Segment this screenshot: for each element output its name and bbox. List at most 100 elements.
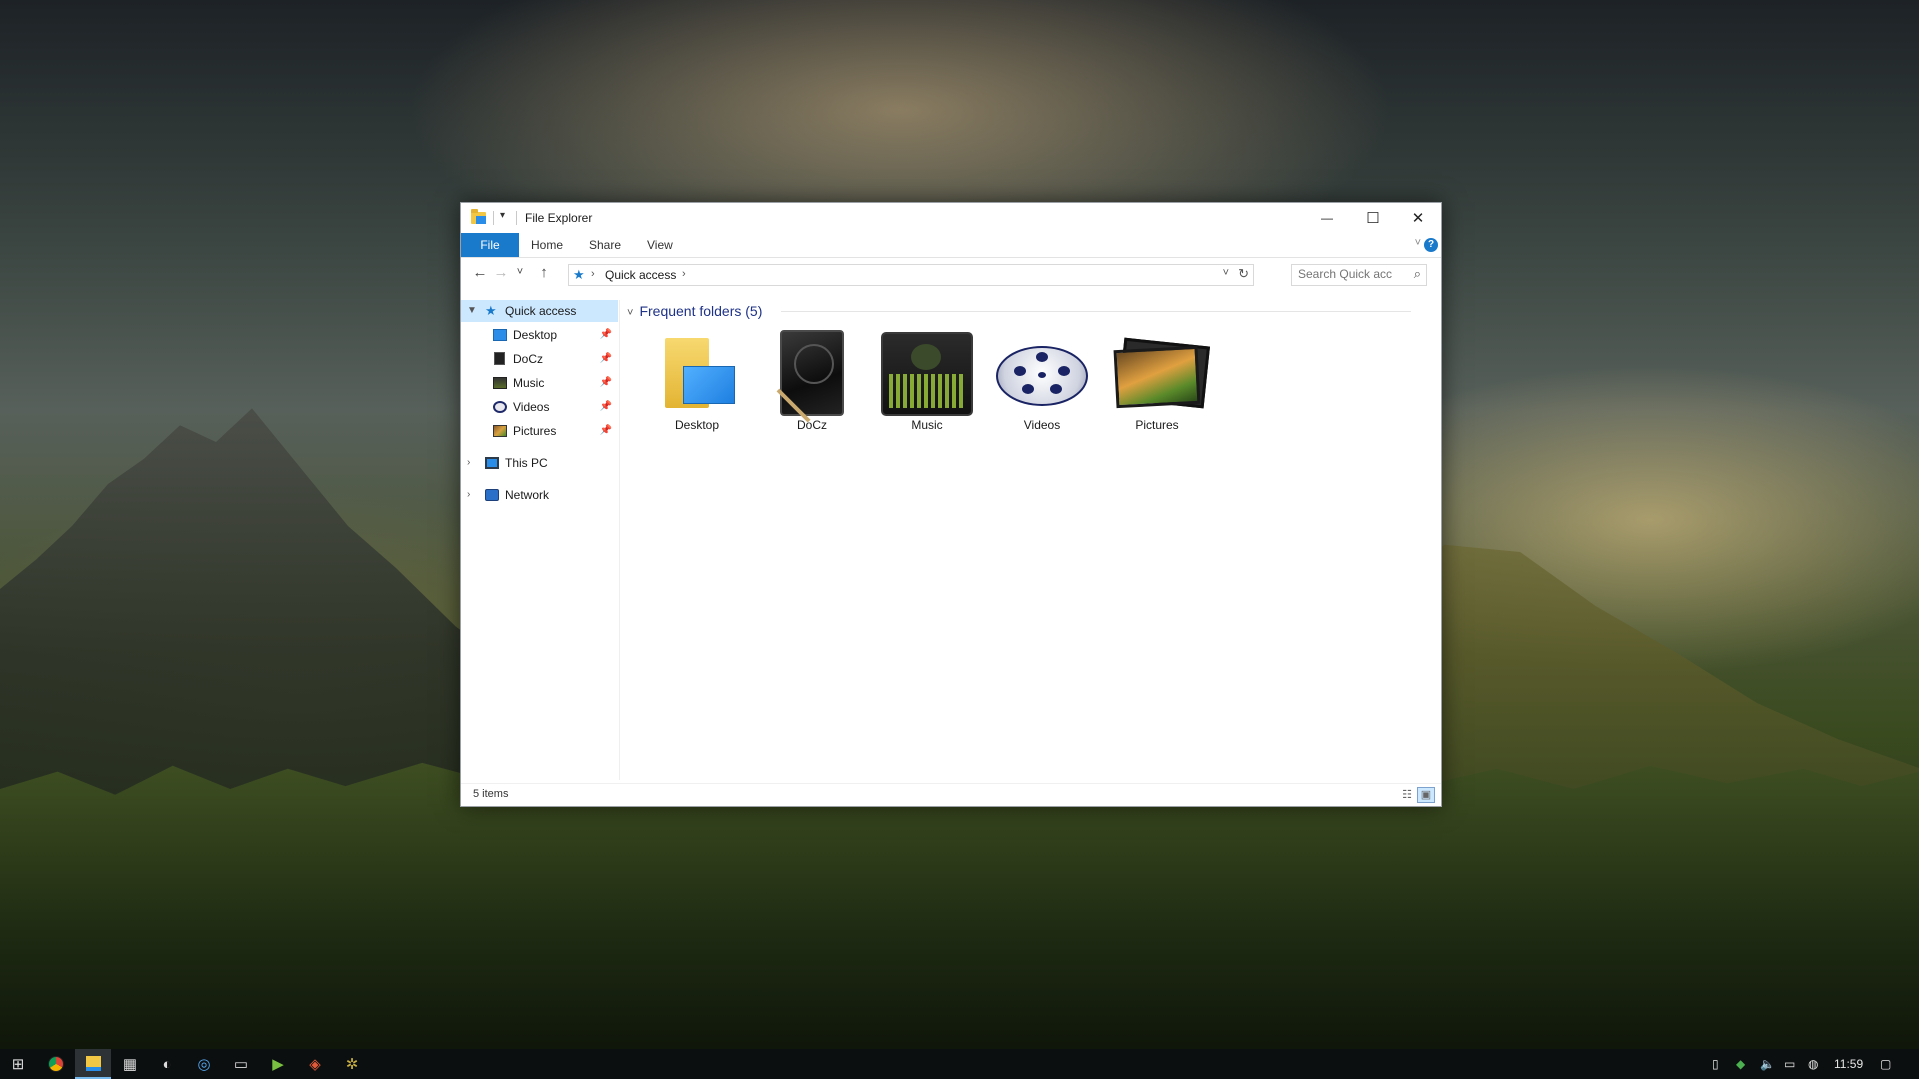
tab-view[interactable]: View bbox=[633, 233, 687, 257]
toolbar-divider bbox=[493, 211, 494, 225]
nav-quick-access-label: Quick access bbox=[505, 304, 577, 318]
nav-item-label: Music bbox=[513, 376, 545, 390]
status-bar: 5 items ☷ ▣ bbox=[461, 783, 1441, 806]
search-box[interactable]: ⌕ bbox=[1291, 264, 1427, 286]
quick-access-toolbar-folder-icon[interactable] bbox=[471, 209, 486, 224]
large-icons-view-icon[interactable]: ▣ bbox=[1417, 787, 1435, 803]
folder-tile-pictures[interactable]: Pictures bbox=[1109, 330, 1211, 440]
expand-chevron-icon[interactable]: › bbox=[467, 452, 470, 474]
breadcrumb-separator[interactable]: › bbox=[682, 268, 686, 280]
media-player-icon[interactable]: ▶ bbox=[260, 1049, 296, 1079]
tray-defender-icon[interactable]: ◆ bbox=[1736, 1049, 1745, 1079]
expand-chevron-icon[interactable]: › bbox=[467, 484, 470, 506]
desktop-icon bbox=[493, 329, 507, 341]
network-icon bbox=[485, 489, 499, 501]
tab-file[interactable]: File bbox=[461, 233, 519, 257]
pin-icon[interactable]: 📌 bbox=[600, 396, 612, 418]
collapse-chevron-icon[interactable]: ▼ bbox=[467, 300, 477, 322]
details-view-icon[interactable]: ☷ bbox=[1398, 787, 1416, 803]
documents-folder-icon bbox=[774, 330, 850, 423]
nav-item-desktop[interactable]: Desktop 📌 bbox=[461, 324, 618, 346]
nav-item-pictures[interactable]: Pictures 📌 bbox=[461, 420, 618, 442]
refresh-icon[interactable]: ↻ bbox=[1238, 266, 1249, 282]
navigation-pane: ▼ ★ Quick access Desktop 📌 DoCz 📌 Music … bbox=[461, 300, 620, 780]
film-reel-icon bbox=[996, 330, 1088, 414]
breadcrumb-quick-access[interactable]: Quick access bbox=[605, 268, 676, 282]
quick-access-star-icon: ★ bbox=[485, 303, 497, 318]
nav-item-label: DoCz bbox=[513, 352, 544, 366]
search-icon[interactable]: ⌕ bbox=[1414, 266, 1421, 282]
folder-tile-music[interactable]: Music bbox=[879, 330, 975, 440]
tab-home[interactable]: Home bbox=[517, 233, 577, 257]
videos-icon bbox=[493, 401, 507, 413]
content-pane: ˅ Frequent folders (5) Desktop DoCz Musi… bbox=[621, 300, 1439, 780]
tray-network-icon[interactable]: ▭ bbox=[1784, 1049, 1795, 1079]
address-history-chevron-icon[interactable]: ˅ bbox=[1223, 267, 1229, 279]
file-explorer-taskbar-icon[interactable] bbox=[75, 1049, 111, 1079]
steam-icon[interactable]: ◐ bbox=[149, 1049, 185, 1079]
customize-toolbar-caret-icon[interactable]: ▾ bbox=[500, 210, 505, 221]
pictures-icon bbox=[493, 425, 507, 437]
file-explorer-window: ▾ File Explorer — ☐ ✕ File Home Share Vi… bbox=[460, 202, 1442, 807]
search-input[interactable] bbox=[1298, 265, 1406, 283]
folder-label: Pictures bbox=[1135, 418, 1179, 432]
folder-label: Music bbox=[911, 418, 943, 432]
taskbar-clock[interactable]: 11:59 bbox=[1834, 1049, 1863, 1079]
collapse-group-chevron-icon[interactable]: ˅ bbox=[627, 307, 633, 319]
window-title: File Explorer bbox=[525, 211, 593, 225]
back-button[interactable]: ← bbox=[471, 264, 489, 281]
nav-item-docz[interactable]: DoCz 📌 bbox=[461, 348, 618, 370]
group-divider bbox=[781, 311, 1411, 312]
help-icon[interactable]: ? bbox=[1424, 238, 1438, 252]
folder-tile-videos[interactable]: Videos bbox=[994, 330, 1090, 440]
expand-ribbon-chevron-icon[interactable]: ˅ bbox=[1415, 237, 1421, 249]
folder-tile-desktop[interactable]: Desktop bbox=[649, 330, 745, 440]
pin-icon[interactable]: 📌 bbox=[600, 324, 612, 346]
store-icon[interactable]: ▦ bbox=[112, 1049, 148, 1079]
maximize-button[interactable]: ☐ bbox=[1350, 203, 1396, 233]
chrome-icon[interactable] bbox=[38, 1049, 74, 1079]
group-title: Frequent folders (5) bbox=[639, 303, 763, 319]
pin-icon[interactable]: 📌 bbox=[600, 348, 612, 370]
music-folder-icon bbox=[881, 330, 973, 416]
settings-gear-icon[interactable]: ✲ bbox=[334, 1049, 370, 1079]
pin-icon[interactable]: 📌 bbox=[600, 420, 612, 442]
nav-item-label: Desktop bbox=[513, 328, 558, 342]
close-button[interactable]: ✕ bbox=[1395, 203, 1441, 233]
nav-item-label: Pictures bbox=[513, 424, 557, 438]
recent-locations-button[interactable]: ˅ bbox=[511, 266, 529, 278]
address-bar[interactable]: ★ › Quick access › ˅ ↻ bbox=[568, 264, 1254, 286]
start-windows-icon[interactable]: ⊞ bbox=[0, 1049, 36, 1079]
pin-icon[interactable]: 📌 bbox=[600, 372, 612, 394]
music-icon bbox=[493, 377, 507, 389]
taskbar: ⊞ ▦ ◐ ◎ ▭ ▶ ◈ ✲ ▯ ◆ 🔈 ▭ ◍ 11:59 ▢ bbox=[0, 1049, 1919, 1079]
nav-quick-access[interactable]: ▼ ★ Quick access bbox=[461, 300, 618, 322]
nav-network[interactable]: › Network bbox=[461, 484, 618, 506]
desktop-folder-icon bbox=[659, 330, 735, 414]
title-bar[interactable]: ▾ File Explorer — ☐ ✕ bbox=[461, 203, 1441, 233]
minimize-button[interactable]: — bbox=[1304, 203, 1350, 233]
frequent-folders-header[interactable]: ˅ Frequent folders (5) bbox=[627, 300, 762, 322]
computer-icon bbox=[485, 457, 499, 469]
messaging-icon[interactable]: ▭ bbox=[223, 1049, 259, 1079]
forward-button[interactable]: → bbox=[492, 264, 510, 281]
folder-label: Videos bbox=[1023, 418, 1061, 432]
breadcrumb-separator[interactable]: › bbox=[591, 268, 595, 280]
nav-this-pc-label: This PC bbox=[505, 456, 548, 470]
nav-network-label: Network bbox=[505, 488, 550, 502]
tray-tablet-icon[interactable]: ▯ bbox=[1712, 1049, 1719, 1079]
tray-language-icon[interactable]: ◍ bbox=[1808, 1049, 1818, 1079]
nav-item-music[interactable]: Music 📌 bbox=[461, 372, 618, 394]
tray-volume-icon[interactable]: 🔈 bbox=[1760, 1049, 1775, 1079]
nav-this-pc[interactable]: › This PC bbox=[461, 452, 618, 474]
action-center-icon[interactable]: ▢ bbox=[1880, 1049, 1891, 1079]
toolbar-divider bbox=[516, 211, 517, 225]
security-app-icon[interactable]: ◈ bbox=[297, 1049, 333, 1079]
nav-item-videos[interactable]: Videos 📌 bbox=[461, 396, 618, 418]
tab-share[interactable]: Share bbox=[575, 233, 635, 257]
folder-tile-docz[interactable]: DoCz bbox=[764, 330, 860, 440]
photo-stack-icon bbox=[1111, 330, 1211, 414]
documents-icon bbox=[494, 352, 505, 365]
up-button[interactable]: ↑ bbox=[535, 264, 553, 281]
browser-icon[interactable]: ◎ bbox=[186, 1049, 222, 1079]
